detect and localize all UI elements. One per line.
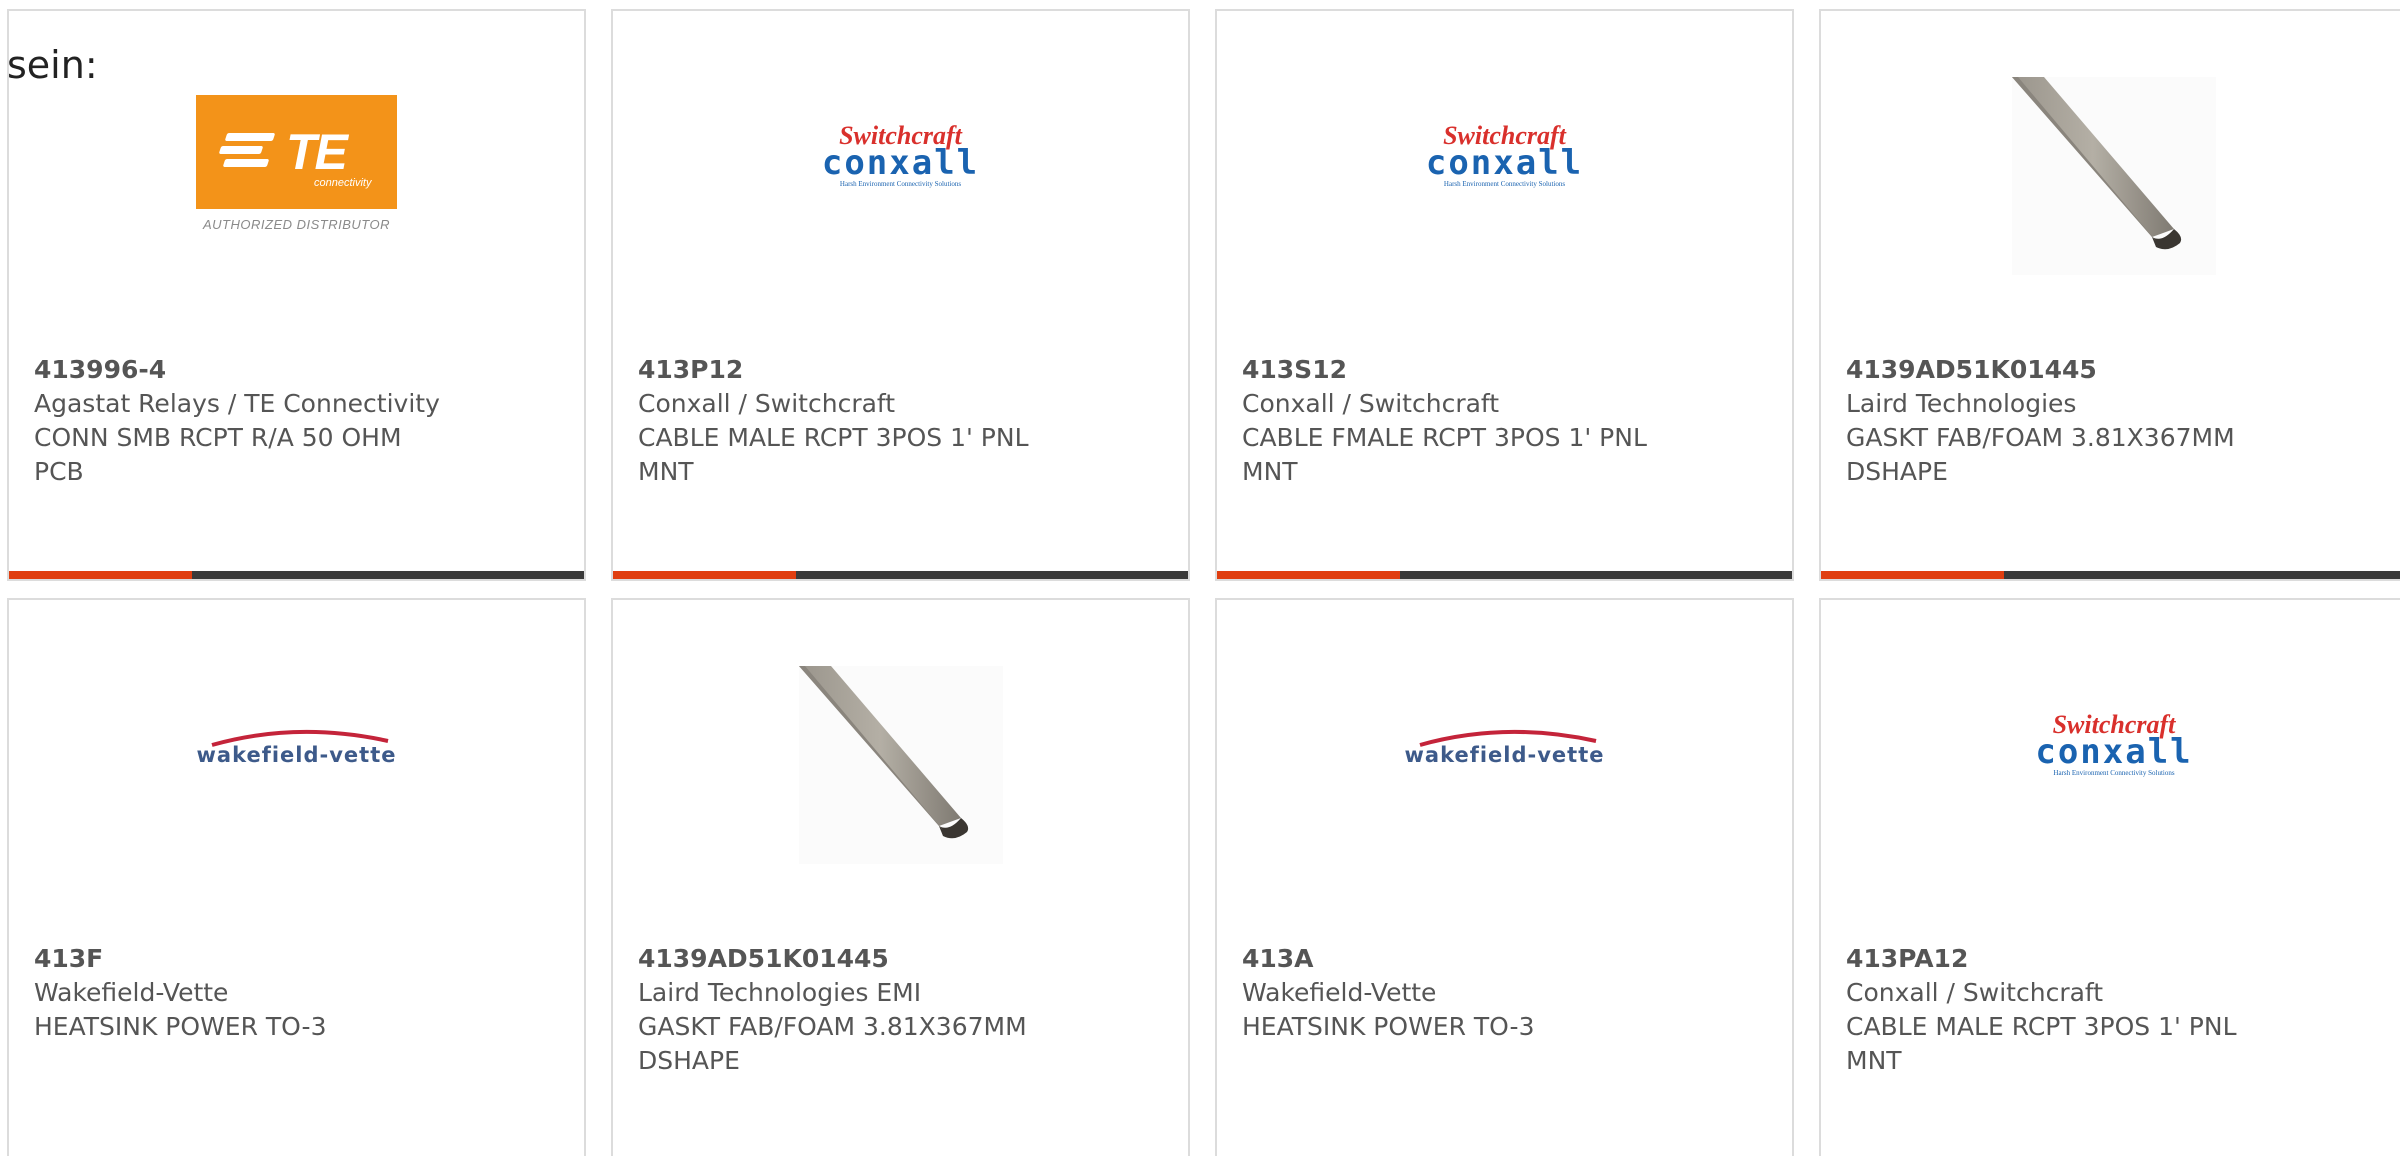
description: CABLE MALE RCPT 3POS 1' PNL MNT (1846, 1012, 2237, 1075)
switchcraft-conxall-logo: Switchcraft conxall Harsh Environment Co… (1425, 121, 1584, 189)
part-number[interactable]: 4139AD51K01445 (638, 942, 1058, 976)
gasket-product-photo (2012, 77, 2216, 275)
product-image[interactable]: wakefield-vette (1217, 660, 1792, 870)
manufacturer: Agastat Relays / TE Connectivity (34, 389, 440, 418)
description: GASKT FAB/FOAM 3.81X367MM DSHAPE (1846, 423, 2235, 486)
wakefield-vette-logo: wakefield-vette (1400, 725, 1610, 775)
card-bar (613, 571, 1188, 579)
product-image[interactable]: wakefield-vette (9, 660, 584, 870)
manufacturer: Conxall / Switchcraft (638, 389, 896, 418)
part-number[interactable]: 413996-4 (34, 353, 454, 387)
description: CABLE MALE RCPT 3POS 1' PNL MNT (638, 423, 1029, 486)
description: CABLE FMALE RCPT 3POS 1' PNL MNT (1242, 423, 1647, 486)
manufacturer: Laird Technologies EMI (638, 978, 922, 1007)
part-number[interactable]: 4139AD51K01445 (1846, 353, 2266, 387)
product-card[interactable]: wakefield-vette 413F Wakefield-Vette HEA… (7, 598, 586, 1156)
product-image[interactable]: Switchcraft conxall Harsh Environment Co… (1217, 71, 1792, 281)
product-image[interactable]: Switchcraft conxall Harsh Environment Co… (613, 71, 1188, 281)
product-card[interactable]: Switchcraft conxall Harsh Environment Co… (1215, 9, 1794, 581)
description: CONN SMB RCPT R/A 50 OHM PCB (34, 423, 402, 486)
part-number[interactable]: 413S12 (1242, 353, 1662, 387)
product-card[interactable]: TE connectivity AUTHORIZED DISTRIBUTOR 4… (7, 9, 586, 581)
part-number[interactable]: 413A (1242, 942, 1662, 976)
manufacturer: Conxall / Switchcraft (1846, 978, 2104, 1007)
card-bar (1217, 571, 1792, 579)
manufacturer: Conxall / Switchcraft (1242, 389, 1500, 418)
part-number[interactable]: 413F (34, 942, 454, 976)
manufacturer: Laird Technologies (1846, 389, 2077, 418)
part-number[interactable]: 413P12 (638, 353, 1058, 387)
product-image[interactable]: TE connectivity AUTHORIZED DISTRIBUTOR (9, 71, 584, 281)
product-image[interactable] (613, 660, 1188, 870)
product-image[interactable]: Switchcraft conxall Harsh Environment Co… (1821, 660, 2400, 870)
manufacturer: Wakefield-Vette (34, 978, 229, 1007)
switchcraft-conxall-logo: Switchcraft conxall Harsh Environment Co… (821, 121, 980, 189)
part-number[interactable]: 413PA12 (1846, 942, 2266, 976)
product-card[interactable]: wakefield-vette 413A Wakefield-Vette HEA… (1215, 598, 1794, 1156)
description: GASKT FAB/FOAM 3.81X367MM DSHAPE (638, 1012, 1027, 1075)
te-connectivity-logo: TE connectivity AUTHORIZED DISTRIBUTOR (196, 94, 397, 238)
product-grid-page: sein: TE connectivity AUTHORIZED DISTRIB… (0, 0, 2400, 1156)
product-image[interactable] (1821, 71, 2400, 281)
manufacturer: Wakefield-Vette (1242, 978, 1437, 1007)
switchcraft-conxall-logo: Switchcraft conxall Harsh Environment Co… (2035, 710, 2193, 778)
card-bar (9, 571, 584, 579)
product-card[interactable]: 4139AD51K01445 Laird Technologies GASKT … (1819, 9, 2400, 581)
wakefield-vette-logo: wakefield-vette (192, 725, 402, 775)
card-bar (1821, 571, 2400, 579)
product-card[interactable]: Switchcraft conxall Harsh Environment Co… (1819, 598, 2400, 1156)
product-card[interactable]: Switchcraft conxall Harsh Environment Co… (611, 9, 1190, 581)
product-card[interactable]: 4139AD51K01445 Laird Technologies EMI GA… (611, 598, 1190, 1156)
intro-text: sein: (7, 43, 98, 87)
gasket-product-photo (798, 666, 1003, 864)
description: HEATSINK POWER TO-3 (1242, 1012, 1535, 1041)
description: HEATSINK POWER TO-3 (34, 1012, 327, 1041)
